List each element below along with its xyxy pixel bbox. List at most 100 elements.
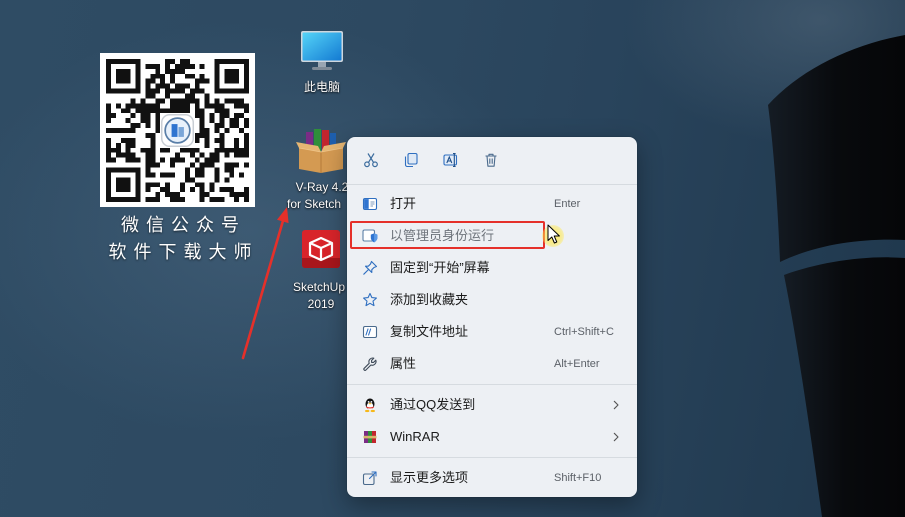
qr-module: [145, 197, 151, 202]
qr-module: [234, 98, 240, 104]
qr-module: [165, 182, 171, 188]
context-menu[interactable]: 打开 Enter 以管理员身份运行 固定到“开始”屏幕 添加到收藏夹 复制文件地…: [347, 137, 637, 497]
qr-finder-bottom-left: [106, 167, 141, 202]
menu-item-label: 复制文件地址: [390, 324, 469, 339]
menu-item-open[interactable]: 打开 Enter: [351, 188, 633, 220]
winrar-archive-icon[interactable]: [296, 128, 346, 174]
qr-module: [125, 147, 131, 153]
qr-module: [189, 147, 195, 153]
qr-module: [130, 157, 136, 163]
sketchup-icon[interactable]: [300, 228, 342, 270]
menu-item-add-to-favorites[interactable]: 添加到收藏夹: [351, 284, 633, 316]
qr-module: [184, 167, 190, 173]
qr-module: [214, 98, 220, 104]
qr-module: [179, 147, 185, 153]
menu-item-send-via-qq[interactable]: 通过QQ发送到: [351, 389, 633, 421]
menu-item-show-more-options[interactable]: 显示更多选项 Shift+F10: [351, 462, 633, 494]
qr-module: [140, 98, 146, 104]
cut-icon: [364, 153, 378, 168]
qr-module: [155, 113, 161, 119]
desktop[interactable]: 微信公众号 软件下载大师 此电脑 V-Ray 4.2 for Sketch Sk…: [0, 0, 905, 517]
rename-button[interactable]: [439, 148, 463, 172]
qr-module: [199, 192, 205, 198]
menu-item-pin-to-start[interactable]: 固定到“开始”屏幕: [351, 252, 633, 284]
qr-module: [135, 123, 141, 129]
qr-module: [160, 187, 166, 193]
menu-separator: [347, 184, 637, 185]
qr-module: [224, 113, 230, 119]
menu-separator: [347, 384, 637, 385]
qr-module: [150, 73, 156, 79]
qr-module: [145, 83, 151, 89]
qr-module: [106, 118, 111, 124]
qr-module: [179, 98, 185, 104]
qr-module: [170, 73, 176, 79]
cut-button[interactable]: [359, 148, 383, 172]
qr-module: [194, 157, 200, 163]
qr-module: [165, 172, 171, 178]
qr-module: [160, 98, 166, 104]
qr-module: [209, 118, 215, 124]
delete-button[interactable]: [479, 148, 503, 172]
qr-module: [145, 78, 151, 84]
qr-module: [244, 132, 249, 138]
qr-module: [150, 147, 156, 153]
qr-module: [125, 128, 131, 133]
show-more-options-icon: [362, 471, 377, 486]
qr-module: [214, 172, 220, 178]
mouse-pointer-icon: [547, 224, 560, 244]
qr-module: [145, 152, 151, 158]
qr-module: [214, 128, 220, 133]
qr-module: [199, 88, 205, 94]
qr-module: [224, 162, 230, 168]
qr-module: [175, 63, 180, 69]
qr-module: [155, 192, 161, 198]
qr-module: [130, 123, 136, 129]
qr-module: [204, 78, 210, 84]
qr-module: [199, 123, 205, 129]
qr-module: [239, 152, 245, 158]
qr-module: [219, 103, 225, 109]
qr-module: [120, 137, 126, 143]
qr-module: [199, 63, 205, 69]
qr-module: [125, 118, 131, 124]
this-pc-icon[interactable]: [299, 29, 345, 73]
qr-module: [106, 157, 111, 163]
qr-module: [214, 167, 220, 173]
qr-module: [194, 147, 200, 153]
qr-module: [155, 88, 161, 94]
menu-item-winrar[interactable]: WinRAR: [351, 421, 633, 453]
qr-module: [110, 157, 116, 163]
sketchup-label-line1[interactable]: SketchUp: [293, 280, 345, 295]
qr-module: [140, 147, 146, 153]
qr-module: [175, 88, 180, 94]
qr-module: [120, 108, 126, 114]
qr-module: [150, 152, 156, 158]
qr-module: [179, 108, 185, 114]
copy-icon: [404, 152, 418, 168]
qr-module: [189, 63, 195, 69]
qr-module: [165, 88, 171, 94]
copy-button[interactable]: [399, 148, 423, 172]
wallpaper-logo-pane-top: [768, 35, 905, 262]
menu-item-properties[interactable]: 属性 Alt+Enter: [351, 348, 633, 380]
qr-module: [175, 98, 180, 104]
qr-module: [170, 103, 176, 109]
qr-module: [110, 128, 116, 133]
qr-module: [224, 128, 230, 133]
qr-module: [150, 108, 156, 114]
qr-module: [130, 152, 136, 158]
winrar-icon: [363, 431, 377, 443]
qr-module: [140, 118, 146, 124]
this-pc-label[interactable]: 此电脑: [272, 80, 372, 95]
qr-module: [155, 182, 161, 188]
qr-module: [175, 152, 180, 158]
qr-module: [170, 88, 176, 94]
qr-module: [130, 98, 136, 104]
qr-module: [219, 197, 225, 202]
qr-module: [194, 98, 200, 104]
menu-item-copy-path[interactable]: 复制文件地址 Ctrl+Shift+C: [351, 316, 633, 348]
qr-module: [179, 187, 185, 193]
qr-module: [165, 63, 171, 69]
qr-module: [165, 108, 171, 114]
